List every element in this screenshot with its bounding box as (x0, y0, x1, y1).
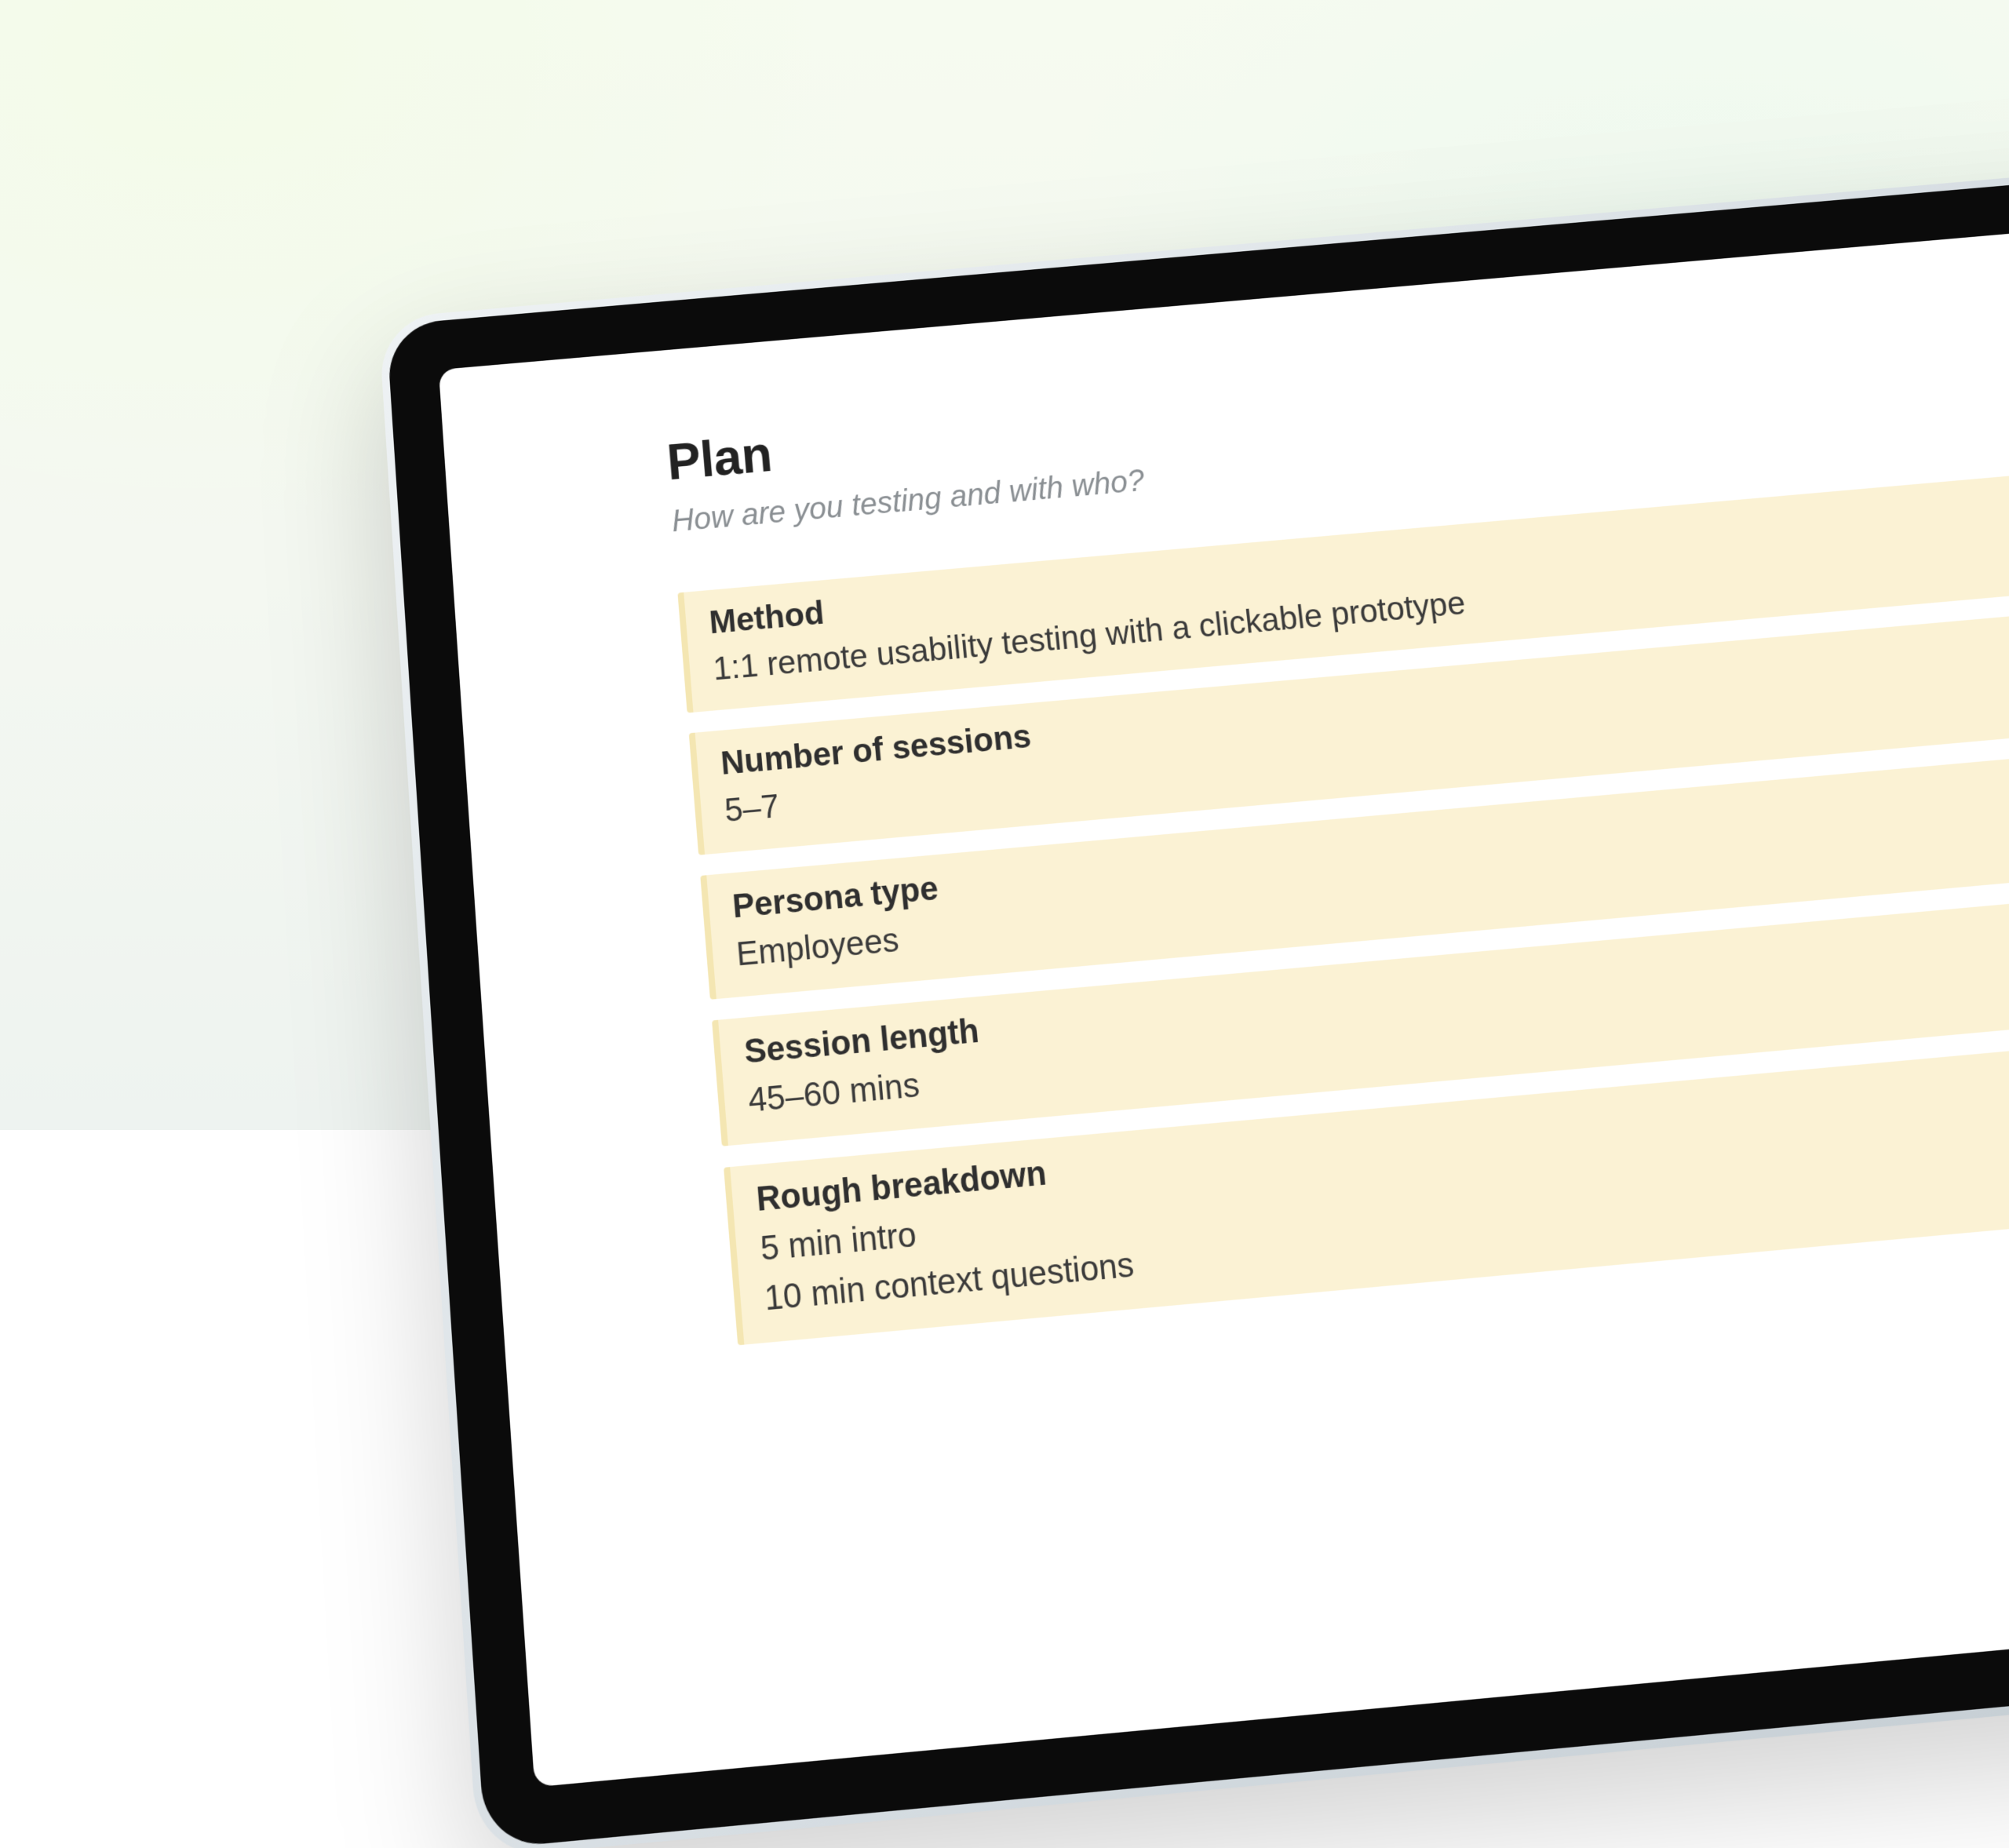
tablet-screen: Plan How are you testing and with who? M… (439, 210, 2009, 1787)
document-content: Plan How are you testing and with who? M… (665, 301, 2009, 1367)
perspective-scene: Plan How are you testing and with who? M… (0, 0, 2009, 1130)
tablet-device: Plan How are you testing and with who? M… (378, 151, 2009, 1848)
